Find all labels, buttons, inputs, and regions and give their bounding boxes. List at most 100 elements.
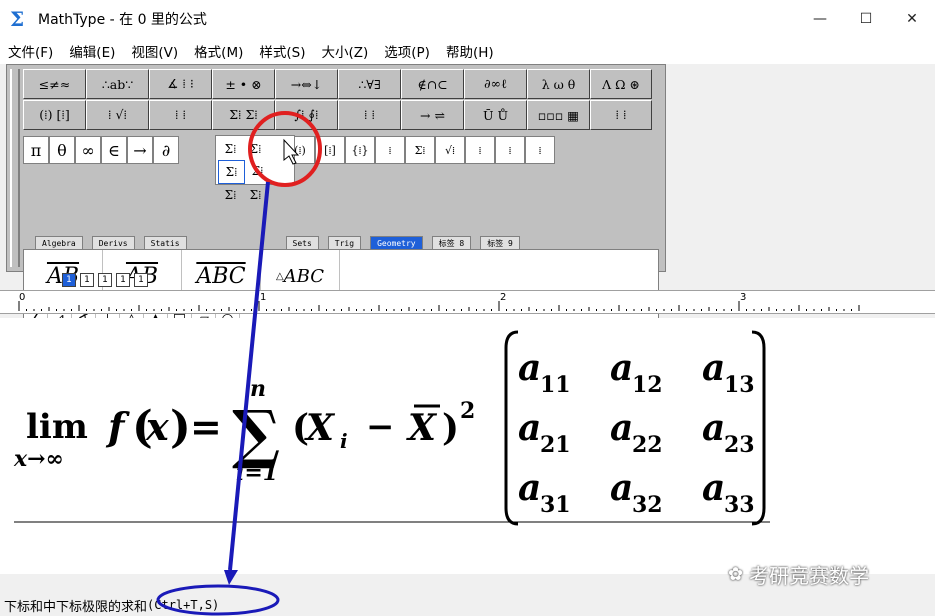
sum-template-option[interactable]: Σ⁞	[243, 138, 268, 160]
tab-statis[interactable]: Statis	[143, 236, 187, 250]
fraction-template-button[interactable]: ⁞	[375, 136, 405, 164]
misc-symbols-palette-button[interactable]: ∂∞ℓ	[464, 69, 527, 99]
matrix-entry: a	[702, 407, 725, 449]
menu-format[interactable]: 格式(M)	[186, 41, 251, 61]
sum-template-option[interactable]: Σ⁞	[218, 184, 243, 206]
minus-sign: −	[366, 407, 395, 447]
sqrt-template-button[interactable]: √⁞	[435, 136, 465, 164]
matrix-left-paren	[504, 330, 519, 526]
sum-template-option[interactable]: Σ⁞	[243, 184, 268, 206]
brackets-template-button[interactable]: [⁞]	[315, 136, 345, 164]
matrix-entry-subscript: 21	[540, 432, 571, 458]
toolbar-area: ≤≠≈ ∴ab∵ ∡ ⁞ ⁝ ± • ⊗ →⇔↓ ∴∀∃ ∉∩⊂ ∂∞ℓ λ ω…	[6, 64, 666, 333]
size-button[interactable]: 1	[98, 273, 112, 287]
spaces-palette-button[interactable]: ∴ab∵	[86, 69, 149, 99]
fences-palette-button[interactable]: (⁞) [⁞]	[23, 100, 86, 130]
labeled-arrows-palette-button[interactable]: → ⇌	[401, 100, 464, 130]
subsup-template-button[interactable]: ⁞	[525, 136, 555, 164]
lim-operator: lim	[26, 407, 88, 447]
integrals-palette-button[interactable]: ∫⁞ ∮⁞	[275, 100, 338, 130]
matrix-entry: a	[702, 467, 725, 509]
boxes-palette-button[interactable]: ⁞ ⁞	[590, 100, 652, 130]
tab-sets[interactable]: Sets	[285, 236, 319, 250]
watermark: ✿ 考研竞赛数学	[728, 560, 869, 589]
matrix-entry-subscript: 31	[540, 492, 571, 518]
matrix-palette-button[interactable]: ▫▫▫ ▦	[527, 100, 590, 130]
sum-template-option[interactable]: Σ⁞	[218, 138, 243, 160]
sum-lower-upper-limit-option[interactable]: Σ⁞	[218, 160, 245, 184]
tab-label-9[interactable]: 标签 9	[480, 236, 520, 250]
close-button[interactable]: ✕	[889, 0, 935, 38]
greek-upper-palette-button[interactable]: Λ Ω ⊛	[590, 69, 652, 99]
size-button[interactable]: 1	[62, 273, 76, 287]
matrix-entry: a	[702, 347, 725, 389]
matrix-cells: a11 a12 a13a21 a22 a23a31 a32 a33	[518, 347, 755, 518]
close-paren: )	[442, 407, 459, 449]
subscript-palette-button[interactable]: ⁞ ⁞	[149, 100, 212, 130]
logic-palette-button[interactable]: ∴∀∃	[338, 69, 401, 99]
theta-symbol-button[interactable]: θ	[49, 136, 75, 164]
summation-popup: Σ⁞ Σ⁞ Σ⁞ Σ⁞ Σ⁞ Σ⁞	[215, 135, 295, 202]
summation-palette-button[interactable]: Σ⁞ Σ⁞	[212, 100, 275, 130]
fractions-radicals-palette-button[interactable]: ⁞ √⁞	[86, 100, 149, 130]
tab-geometry[interactable]: Geometry	[370, 236, 423, 250]
status-shortcut: (Ctrl+T,S)	[147, 598, 220, 612]
superscript-template-button[interactable]: ⁞	[465, 136, 495, 164]
palette-tabs: Algebra Derivs Statis Sets Trig Geometry…	[35, 236, 529, 250]
greek-lower-palette-button[interactable]: λ ω θ	[527, 69, 590, 99]
size-button[interactable]: 1	[116, 273, 130, 287]
sum-template-option[interactable]: Σ⁞	[245, 160, 270, 182]
status-text: 下标和中下标极限的求和	[4, 599, 148, 615]
menu-options[interactable]: 选项(P)	[376, 41, 438, 61]
matrix-entry-subscript: 22	[632, 432, 663, 458]
subscript-template-button[interactable]: ⁞	[495, 136, 525, 164]
menu-edit[interactable]: 编辑(E)	[61, 41, 123, 61]
ruler-mark-2: 2	[500, 292, 507, 303]
menu-help[interactable]: 帮助(H)	[438, 41, 502, 61]
menu-view[interactable]: 视图(V)	[123, 41, 186, 61]
ruler[interactable]: 0 1 2 3	[0, 290, 935, 314]
arc-abc-label: ABC	[196, 263, 246, 289]
menu-file[interactable]: 文件(F)	[0, 41, 61, 61]
bars-palette-button[interactable]: ⁞ ⁞	[338, 100, 401, 130]
matrix-entry-subscript: 23	[724, 432, 755, 458]
window-title: MathType - 在 0 里的公式	[38, 12, 207, 28]
tab-trig[interactable]: Trig	[327, 236, 362, 250]
operators-palette-button[interactable]: ± • ⊗	[212, 69, 275, 99]
arrows-palette-button[interactable]: →⇔↓	[275, 69, 338, 99]
products-palette-button[interactable]: Ū Ů	[464, 100, 527, 130]
toolbar-grip[interactable]	[10, 69, 20, 267]
set-theory-palette-button[interactable]: ∉∩⊂	[401, 69, 464, 99]
arrow-symbol-button[interactable]: →	[127, 136, 153, 164]
status-bar: 下标和中下标极限的求和 (Ctrl+T,S)	[0, 594, 935, 616]
matrix-entry: a	[518, 467, 541, 509]
mathtype-icon: Σ	[10, 7, 25, 31]
partial-symbol-button[interactable]: ∂	[153, 136, 179, 164]
menu-bar: 文件(F) 编辑(E) 视图(V) 格式(M) 样式(S) 大小(Z) 选项(P…	[0, 38, 935, 64]
tab-label-8[interactable]: 标签 8	[431, 236, 472, 250]
ruler-mark-3: 3	[740, 292, 747, 303]
matrix-entry: a	[610, 347, 633, 389]
minimize-button[interactable]: —	[797, 0, 843, 38]
palette-row-2: (⁞) [⁞] ⁞ √⁞ ⁞ ⁞ Σ⁞ Σ⁞ ∫⁞ ∮⁞ ⁞ ⁞ → ⇌ Ū Ů…	[23, 100, 652, 130]
triangle-abc-label: ABC	[283, 265, 325, 287]
menu-size[interactable]: 大小(Z)	[313, 41, 376, 61]
element-of-symbol-button[interactable]: ∈	[101, 136, 127, 164]
pi-symbol-button[interactable]: π	[23, 136, 49, 164]
tab-algebra[interactable]: Algebra	[35, 236, 83, 250]
maximize-button[interactable]: ☐	[843, 0, 889, 38]
menu-style[interactable]: 样式(S)	[251, 41, 313, 61]
tab-derivs[interactable]: Derivs	[91, 236, 135, 250]
matrix-entry-subscript: 11	[540, 372, 571, 398]
sum-lower-limit: i=1	[236, 460, 278, 486]
embellishments-palette-button[interactable]: ∡ ⁞ ⁝	[149, 69, 212, 99]
sum-template-button[interactable]: Σ⁞	[405, 136, 435, 164]
braces-template-button[interactable]: {⁞}	[345, 136, 375, 164]
size-button[interactable]: 1	[80, 273, 94, 287]
size-button[interactable]: 1	[134, 273, 148, 287]
infinity-symbol-button[interactable]: ∞	[75, 136, 101, 164]
equation-editor[interactable]: lim x→∞ f ( x ) = n ∑ i=1 ( X i − X ) 2 …	[0, 318, 935, 574]
relations-palette-button[interactable]: ≤≠≈	[23, 69, 86, 99]
palette-row-1: ≤≠≈ ∴ab∵ ∡ ⁞ ⁝ ± • ⊗ →⇔↓ ∴∀∃ ∉∩⊂ ∂∞ℓ λ ω…	[23, 69, 652, 99]
title-bar: Σ MathType - 在 0 里的公式 — ☐ ✕	[0, 0, 935, 38]
